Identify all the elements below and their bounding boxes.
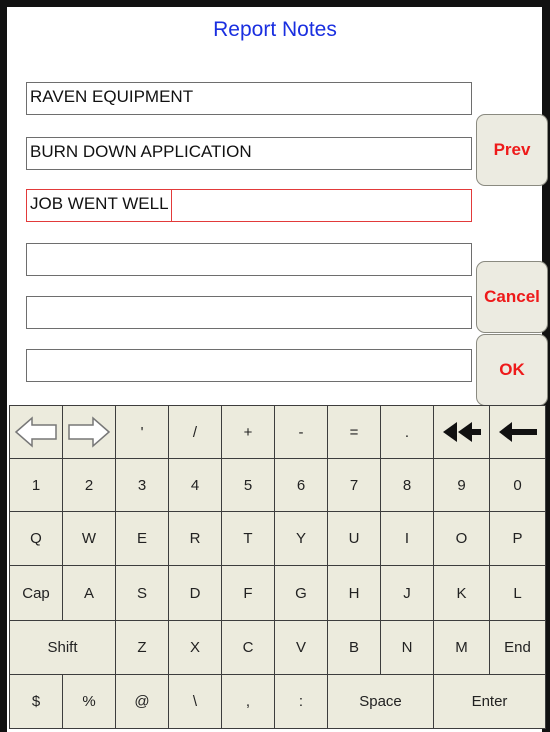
key-a[interactable]: A [62,565,116,621]
key-9[interactable]: 9 [433,458,490,512]
key-backslash[interactable]: \ [168,674,222,729]
key-colon[interactable]: : [274,674,328,729]
note-field-4[interactable] [26,243,472,276]
key-plus[interactable]: + [221,405,275,459]
key-x[interactable]: X [168,620,222,675]
key-end[interactable]: End [489,620,546,675]
key-z[interactable]: Z [115,620,169,675]
key-j[interactable]: J [380,565,434,621]
double-back-icon [442,422,481,442]
note-field-2[interactable]: BURN DOWN APPLICATION [26,137,472,170]
key-left-arrow[interactable] [9,405,63,459]
key-o[interactable]: O [433,511,490,566]
key-q[interactable]: Q [9,511,63,566]
key-3[interactable]: 3 [115,458,169,512]
on-screen-keyboard: ' / + - = . 1 2 3 4 5 6 7 8 9 0 Q W E R … [9,405,546,729]
key-d[interactable]: D [168,565,222,621]
prev-button[interactable]: Prev [476,114,548,186]
key-enter[interactable]: Enter [433,674,546,729]
key-dollar[interactable]: $ [9,674,63,729]
key-w[interactable]: W [62,511,116,566]
window-frame-left [0,0,7,732]
key-b[interactable]: B [327,620,381,675]
key-s[interactable]: S [115,565,169,621]
key-8[interactable]: 8 [380,458,434,512]
key-i[interactable]: I [380,511,434,566]
backspace-icon [498,422,537,442]
key-h[interactable]: H [327,565,381,621]
note-field-1[interactable]: RAVEN EQUIPMENT [26,82,472,115]
cancel-button[interactable]: Cancel [476,261,548,333]
key-7[interactable]: 7 [327,458,381,512]
key-u[interactable]: U [327,511,381,566]
key-at[interactable]: @ [115,674,169,729]
key-m[interactable]: M [433,620,490,675]
key-p[interactable]: P [489,511,546,566]
key-5[interactable]: 5 [221,458,275,512]
page-title: Report Notes [213,18,337,41]
key-4[interactable]: 4 [168,458,222,512]
key-l[interactable]: L [489,565,546,621]
key-0[interactable]: 0 [489,458,546,512]
note-field-6[interactable] [26,349,472,382]
key-percent[interactable]: % [62,674,116,729]
ok-button[interactable]: OK [476,334,548,406]
key-t[interactable]: T [221,511,275,566]
key-v[interactable]: V [274,620,328,675]
key-2[interactable]: 2 [62,458,116,512]
note-field-3[interactable]: JOB WENT WELL [26,189,472,222]
key-comma[interactable]: , [221,674,275,729]
note-field-3-text: JOB WENT WELL [30,190,172,221]
key-slash[interactable]: / [168,405,222,459]
key-space[interactable]: Space [327,674,434,729]
key-y[interactable]: Y [274,511,328,566]
key-1[interactable]: 1 [9,458,63,512]
right-arrow-icon [68,416,111,448]
key-caps[interactable]: Cap [9,565,63,621]
key-g[interactable]: G [274,565,328,621]
key-backspace[interactable] [489,405,546,459]
key-minus[interactable]: - [274,405,328,459]
key-f[interactable]: F [221,565,275,621]
key-right-arrow[interactable] [62,405,116,459]
key-apostrophe[interactable]: ' [115,405,169,459]
key-equals[interactable]: = [327,405,381,459]
key-clear[interactable] [433,405,490,459]
key-n[interactable]: N [380,620,434,675]
key-c[interactable]: C [221,620,275,675]
left-arrow-icon [14,416,57,448]
key-shift[interactable]: Shift [9,620,116,675]
key-6[interactable]: 6 [274,458,328,512]
key-k[interactable]: K [433,565,490,621]
note-field-5[interactable] [26,296,472,329]
key-r[interactable]: R [168,511,222,566]
window-frame-top [0,0,550,7]
key-e[interactable]: E [115,511,169,566]
key-period[interactable]: . [380,405,434,459]
